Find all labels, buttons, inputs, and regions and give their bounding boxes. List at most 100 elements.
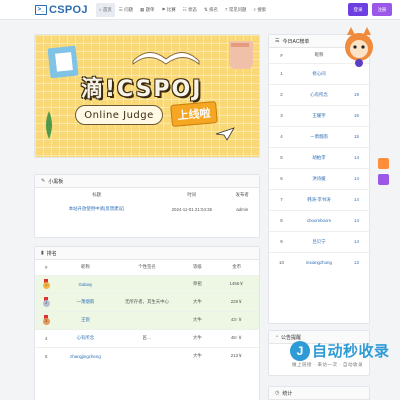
flag-icon: ⚑: [161, 6, 166, 12]
rank-header: ▮ 排名: [35, 247, 259, 260]
user-link[interactable]: 一萧烟雨: [310, 134, 328, 139]
nav-item-home[interactable]: ⌂ 首页: [95, 2, 115, 17]
ac-count: 13: [344, 251, 369, 273]
main-nav: ⌂ 首页 ☰ 问题 ▦ 题单 ⚑ 比赛 ☷ 状态 ⇅ 排名 ? 常见问题 ⌕ 搜索: [95, 0, 270, 20]
nav-item-problemset[interactable]: ▦ 题单: [137, 3, 157, 17]
login-button[interactable]: 登录: [348, 3, 368, 16]
user-level: 大牛: [180, 328, 215, 347]
table-row: 3 王锐 大牛 43↑￥: [35, 310, 259, 329]
rank-number: 7: [269, 188, 294, 210]
nav-item-label: 题单: [145, 6, 155, 12]
rank-table: # 昵称 个性签名 等级 金币 1 Galaxy 师祖 1456￥ 2 一萧烟雨…: [35, 260, 259, 365]
mascot-illustration: [345, 27, 373, 67]
list-icon: ☰: [118, 6, 123, 12]
table-row: 3 王耀宇 16: [269, 104, 369, 126]
nav-item-search[interactable]: ⌕ 搜索: [250, 3, 269, 17]
user-signature: 无所存者，其生天中心: [113, 292, 181, 311]
notice-title-link[interactable]: 本站开放使用中请(反馈建议): [69, 206, 125, 211]
nav-item-status[interactable]: ☷ 状态: [180, 3, 200, 17]
list-icon: ☰: [275, 38, 280, 44]
auth-buttons: 登录 注册: [344, 3, 392, 16]
nav-item-faq[interactable]: ? 常见问题: [222, 3, 250, 17]
nav-item-rank[interactable]: ⇅ 排名: [201, 3, 221, 17]
user-link[interactable]: 一萧烟雨: [77, 299, 95, 304]
user-signature: [113, 274, 181, 293]
user-signature: [113, 310, 181, 329]
launch-badge: 上线啦: [170, 101, 218, 127]
pin-icon: ✎: [41, 178, 46, 184]
nav-item-label: 常见问题: [228, 6, 247, 12]
user-link[interactable]: Galaxy: [79, 282, 93, 287]
column-header: 时间: [187, 192, 197, 197]
user-link[interactable]: zhangjingcheng: [70, 354, 101, 359]
bar-chart-icon: ▮: [41, 250, 44, 256]
user-link[interactable]: 心有所念: [77, 335, 95, 340]
nav-item-contest[interactable]: ⚑ 比赛: [158, 3, 178, 17]
bronze-medal-icon: 3: [42, 315, 50, 325]
rank-number: 4: [269, 125, 294, 147]
side-float-button[interactable]: [378, 174, 389, 185]
table-row: 2 心有所念 19: [269, 83, 369, 105]
silver-medal-icon: 2: [42, 297, 50, 307]
column-header: 个性签名: [138, 264, 156, 270]
user-level: 大牛: [180, 346, 215, 365]
table-row: 1 Galaxy 师祖 1456￥: [35, 274, 259, 293]
rank-heading: 排名: [46, 250, 57, 257]
user-link[interactable]: 王锐: [81, 317, 90, 322]
banner-subtitle: Online Judge: [75, 105, 163, 125]
column-header: 等级: [192, 264, 202, 270]
table-row: 7 韩涛-李书涛 14: [269, 188, 369, 210]
table-row: 5 胡柏李 14: [269, 146, 369, 168]
register-button[interactable]: 注册: [372, 3, 392, 16]
user-signature: 匠…: [113, 328, 181, 347]
user-level: 师祖: [180, 274, 215, 293]
terminal-icon: >_: [35, 4, 47, 15]
ac-rank-card: ☰ 今日AC榜单 # 昵称 AC 1修心间 2心有所念19 3王耀宇16 4一萧…: [268, 27, 373, 324]
ac-rank-header: ☰ 今日AC榜单: [269, 27, 373, 67]
nav-item-problems[interactable]: ☰ 问题: [116, 3, 136, 17]
ac-count: 19: [344, 83, 369, 105]
gold-medal-icon: 1: [42, 279, 50, 289]
nav-item-label: 比赛: [166, 6, 176, 12]
user-link[interactable]: 胡柏李: [312, 155, 325, 160]
search-icon: ⌕: [253, 7, 256, 12]
rank-number: 4: [35, 328, 58, 347]
user-link[interactable]: 王耀宇: [312, 113, 325, 118]
ac-rank-table: # 昵称 AC 1修心间 2心有所念19 3王耀宇16 4一萧烟雨15 5胡柏李…: [269, 48, 369, 273]
rank-number: 9: [269, 230, 294, 252]
user-link[interactable]: 韩涛-李书涛: [307, 197, 330, 202]
user-coins: 48↑￥: [214, 328, 259, 347]
watermark-text: 自动秒收录: [312, 343, 390, 360]
user-link[interactable]: 吕贝宁: [312, 239, 325, 244]
ac-count: 15: [344, 125, 369, 147]
table-row: 4 一萧烟雨 15: [269, 125, 369, 147]
table-row: 6 洪诗媛 14: [269, 167, 369, 189]
rank-number: 5: [35, 346, 58, 365]
stats-heading: 统计: [282, 390, 293, 397]
notice-header: ✎ 小黑板: [35, 175, 259, 188]
user-link[interactable]: 心有所念: [310, 92, 328, 97]
site-logo[interactable]: >_ CSPOJ: [35, 4, 88, 16]
user-coins: 43↑￥: [214, 310, 259, 329]
user-link[interactable]: inxiangzhong: [306, 260, 332, 265]
bell-icon: ◔: [275, 334, 279, 340]
table-row: 9 吕贝宁 14: [269, 230, 369, 252]
paper-plane-icon: [215, 127, 235, 141]
rank-number: 10: [269, 251, 294, 273]
notice-heading: 小黑板: [48, 178, 64, 185]
user-level: 大牛: [180, 310, 215, 329]
rank-number: 5: [269, 146, 294, 168]
user-link[interactable]: cboomboom: [307, 218, 331, 223]
stats-header: ◷ 统计: [269, 387, 369, 400]
table-row: 2 一萧烟雨 无所存者，其生天中心 大牛 229￥: [35, 292, 259, 311]
ac-count: 14: [344, 167, 369, 189]
nav-item-label: 问题: [124, 6, 133, 12]
user-link[interactable]: 修心间: [312, 71, 325, 76]
banner-card: 滴!CSPOJ Online Judge 上线啦: [34, 34, 260, 158]
column-header: 昵称: [80, 264, 90, 270]
user-level: 大牛: [180, 292, 215, 311]
table-row: 5 zhangjingcheng 大牛 213￥: [35, 346, 259, 365]
side-float-button[interactable]: [378, 158, 389, 169]
notice-author: admin: [225, 202, 259, 216]
user-link[interactable]: 洪诗媛: [312, 176, 325, 181]
